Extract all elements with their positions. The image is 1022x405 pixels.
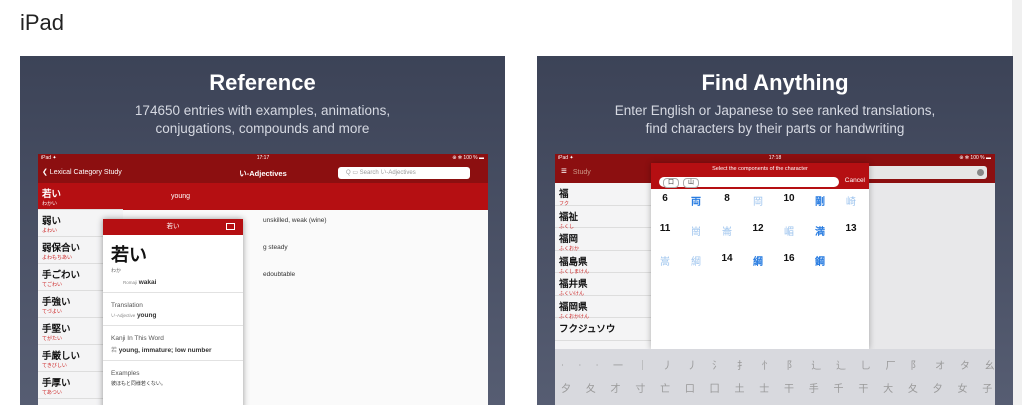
item-kanji: 福 <box>559 189 569 200</box>
nav-bar: ❮ Lexical Category Study い-Adjectives Q … <box>38 163 488 183</box>
status-battery: ⊕ ✻ 100 % ▬ <box>452 155 484 161</box>
item-kanji: 福岡県 <box>559 301 588 313</box>
character-cell[interactable]: 崎 <box>837 193 865 208</box>
find-card: Find Anything Enter English or Japanese … <box>537 56 1013 405</box>
menu-icon[interactable]: ≡ <box>561 166 567 177</box>
word-popup: 若い 若い わか Romaji wakai Translation い-Adje… <box>103 219 243 405</box>
kanji-heading: Kanji In This Word <box>103 325 243 345</box>
list-item[interactable]: 福島県 ふくしまけん <box>555 251 651 275</box>
list-item[interactable]: 福井県 ふくいけん <box>555 273 651 297</box>
kanji-row[interactable]: 若 young, immature; low number <box>103 345 243 354</box>
list-header: ≡ Study <box>555 163 651 183</box>
item-kanji: フクジュソウ <box>559 324 616 335</box>
clear-icon[interactable] <box>977 169 984 176</box>
status-time: 17:17 <box>256 155 270 161</box>
kanji-entry: 若 <box>111 348 118 354</box>
character-cell[interactable]: 嵩 <box>651 253 679 268</box>
card-subtitle: 174650 entries with examples, animations… <box>20 102 505 138</box>
item-kanji: 福島県 <box>559 256 588 268</box>
stroke-count: 13 <box>845 223 857 234</box>
character-cell[interactable]: 満 <box>806 223 834 238</box>
example-text[interactable]: 彼ほもと同様若くない。 <box>103 380 243 387</box>
definition-text: unskilled, weak (wine) <box>263 217 327 224</box>
definition-text: g steady <box>263 244 288 251</box>
character-cell[interactable]: 剛 <box>806 193 834 208</box>
component-chip[interactable]: 口 <box>663 178 680 188</box>
translation-row: い-Adjective young <box>103 312 243 319</box>
list-item[interactable]: 福フク <box>555 183 651 207</box>
subtitle-line: conjugations, compounds and more <box>155 121 370 136</box>
component-field[interactable]: 口 山 <box>659 177 839 188</box>
subtitle-line: find characters by their parts or handwr… <box>645 121 905 136</box>
character-cell[interactable]: 岡 <box>744 193 772 208</box>
character-cell[interactable]: 嵋 <box>775 223 803 238</box>
stroke-count: 12 <box>752 223 764 234</box>
status-bar: iPad ✦ 17:18 ⊕ ✻ 100 % ▬ <box>555 154 995 163</box>
item-kanji: 福祉 <box>559 211 579 223</box>
keyboard-row[interactable]: 夕 夂 才 寸 亡 口 囗 土 士 干 手 千 干 大 夂 夕 女 子 寸 小 … <box>555 372 995 395</box>
status-battery: ⊕ ✻ 100 % ▬ <box>959 155 991 161</box>
ipad-screen: iPad ✦ 17:18 ⊕ ✻ 100 % ▬ ≡ Study 福フク 福祉 ふく… <box>555 154 995 405</box>
item-kanji: 若い <box>42 189 62 200</box>
translation-heading: Translation <box>103 292 243 312</box>
subtitle-line: 174650 entries with examples, animations… <box>134 103 391 118</box>
romaji-value: wakai <box>138 279 157 286</box>
component-chip[interactable]: 山 <box>683 178 700 188</box>
character-cell[interactable]: 綱 <box>682 253 710 268</box>
stroke-count: 10 <box>783 193 795 204</box>
menu-faint-label: Study <box>572 169 591 176</box>
character-cell[interactable]: 両 <box>682 193 710 208</box>
popup-word: 若い <box>111 245 147 265</box>
page-scrollbar[interactable] <box>1012 0 1022 405</box>
character-cell[interactable]: 鋼 <box>806 253 834 268</box>
character-cell[interactable]: 綱 <box>744 253 772 268</box>
popup-kana: わか <box>111 268 122 274</box>
stroke-count: 16 <box>783 253 795 264</box>
item-reading: わかい <box>42 201 58 207</box>
ipad-screen: iPad ✦ 17:17 ⊕ ✻ 100 % ▬ ❮ Lexical Categ… <box>38 154 488 405</box>
translation-meaning: young <box>136 312 157 319</box>
item-kanji: 福岡 <box>559 234 579 245</box>
list-item[interactable]: 福岡県 ふくおかけん <box>555 296 651 320</box>
list-item[interactable]: 福岡 ふくおか <box>555 228 651 252</box>
kanji-meaning: young, immature; low number <box>118 347 212 354</box>
stroke-count: 6 <box>662 193 668 204</box>
folder-icon[interactable] <box>226 223 235 230</box>
page-heading: iPad <box>20 10 65 35</box>
card-title: Reference <box>209 70 316 95</box>
definition-text: edoubtable <box>263 271 296 278</box>
component-picker: Select the components of the character 口… <box>651 163 869 349</box>
selected-meaning[interactable]: young <box>123 183 488 210</box>
list-item[interactable]: 福祉 ふくし <box>555 206 651 230</box>
card-subtitle: Enter English or Japanese to see ranked … <box>537 102 1013 138</box>
subtitle-line: Enter English or Japanese to see ranked … <box>614 103 936 118</box>
romaji-row: Romaji wakai <box>103 274 243 286</box>
picker-title: Select the components of the character <box>651 163 869 175</box>
card-title: Find Anything <box>701 70 849 95</box>
stroke-count: 14 <box>721 253 733 264</box>
character-cell[interactable]: 崙 <box>713 223 741 238</box>
status-bar: iPad ✦ 17:17 ⊕ ✻ 100 % ▬ <box>38 154 488 163</box>
radical-keyboard: ᐧ ᐧ ᐧ 一 ｜ 丿 丿 氵 扌 忄 阝 辶 辶 乚 厂 阝 オ タ 幺 ヨ … <box>555 349 995 405</box>
popup-header-title: 若い <box>166 223 180 230</box>
pos-label: い-Adjective <box>111 313 136 318</box>
search-input[interactable]: Q ▭ Search い-Adjectives <box>338 167 470 179</box>
stroke-count: 11 <box>659 223 671 234</box>
stroke-count: 8 <box>724 193 730 204</box>
popup-header: 若い <box>103 219 243 235</box>
keyboard-row[interactable]: ᐧ ᐧ ᐧ 一 ｜ 丿 丿 氵 扌 忄 阝 辶 辶 乚 厂 阝 オ タ 幺 ヨ … <box>555 349 995 372</box>
character-cell[interactable]: 崗 <box>682 223 710 238</box>
status-time: 17:18 <box>768 155 782 161</box>
item-kanji: 福井県 <box>559 279 588 290</box>
cancel-button[interactable]: Cancel <box>845 177 865 184</box>
picker-bar: 口 山 Cancel <box>651 175 869 189</box>
reference-card: Reference 174650 entries with examples, … <box>20 56 505 405</box>
search-input[interactable] <box>861 166 987 179</box>
romaji-label: Romaji <box>123 280 138 285</box>
examples-heading: Examples <box>103 360 243 380</box>
list-item[interactable]: フクジュソウ <box>555 318 651 341</box>
list-item[interactable]: 若い わかい <box>38 183 123 210</box>
